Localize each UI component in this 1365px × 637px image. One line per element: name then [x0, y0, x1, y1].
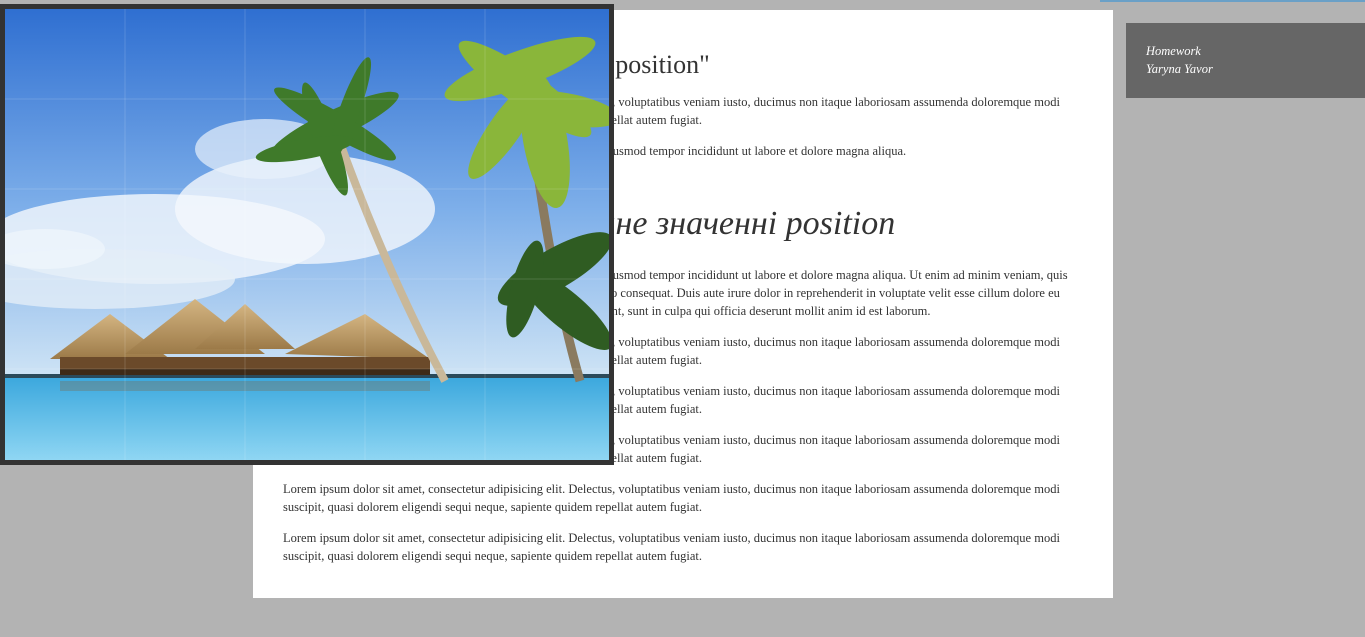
paragraph: Lorem ipsum dolor sit amet, consectetur …	[283, 531, 1060, 563]
fixed-beach-photo	[0, 4, 614, 465]
tropical-beach-image	[5, 9, 609, 460]
badge-title: Homework	[1146, 44, 1201, 58]
paragraph: Lorem ipsum dolor sit amet, consectetur …	[283, 482, 1060, 514]
top-accent-line	[1100, 0, 1365, 2]
badge-author: Yaryna Yavor	[1146, 62, 1213, 76]
homework-badge: Homework Yaryna Yavor	[1126, 23, 1365, 98]
